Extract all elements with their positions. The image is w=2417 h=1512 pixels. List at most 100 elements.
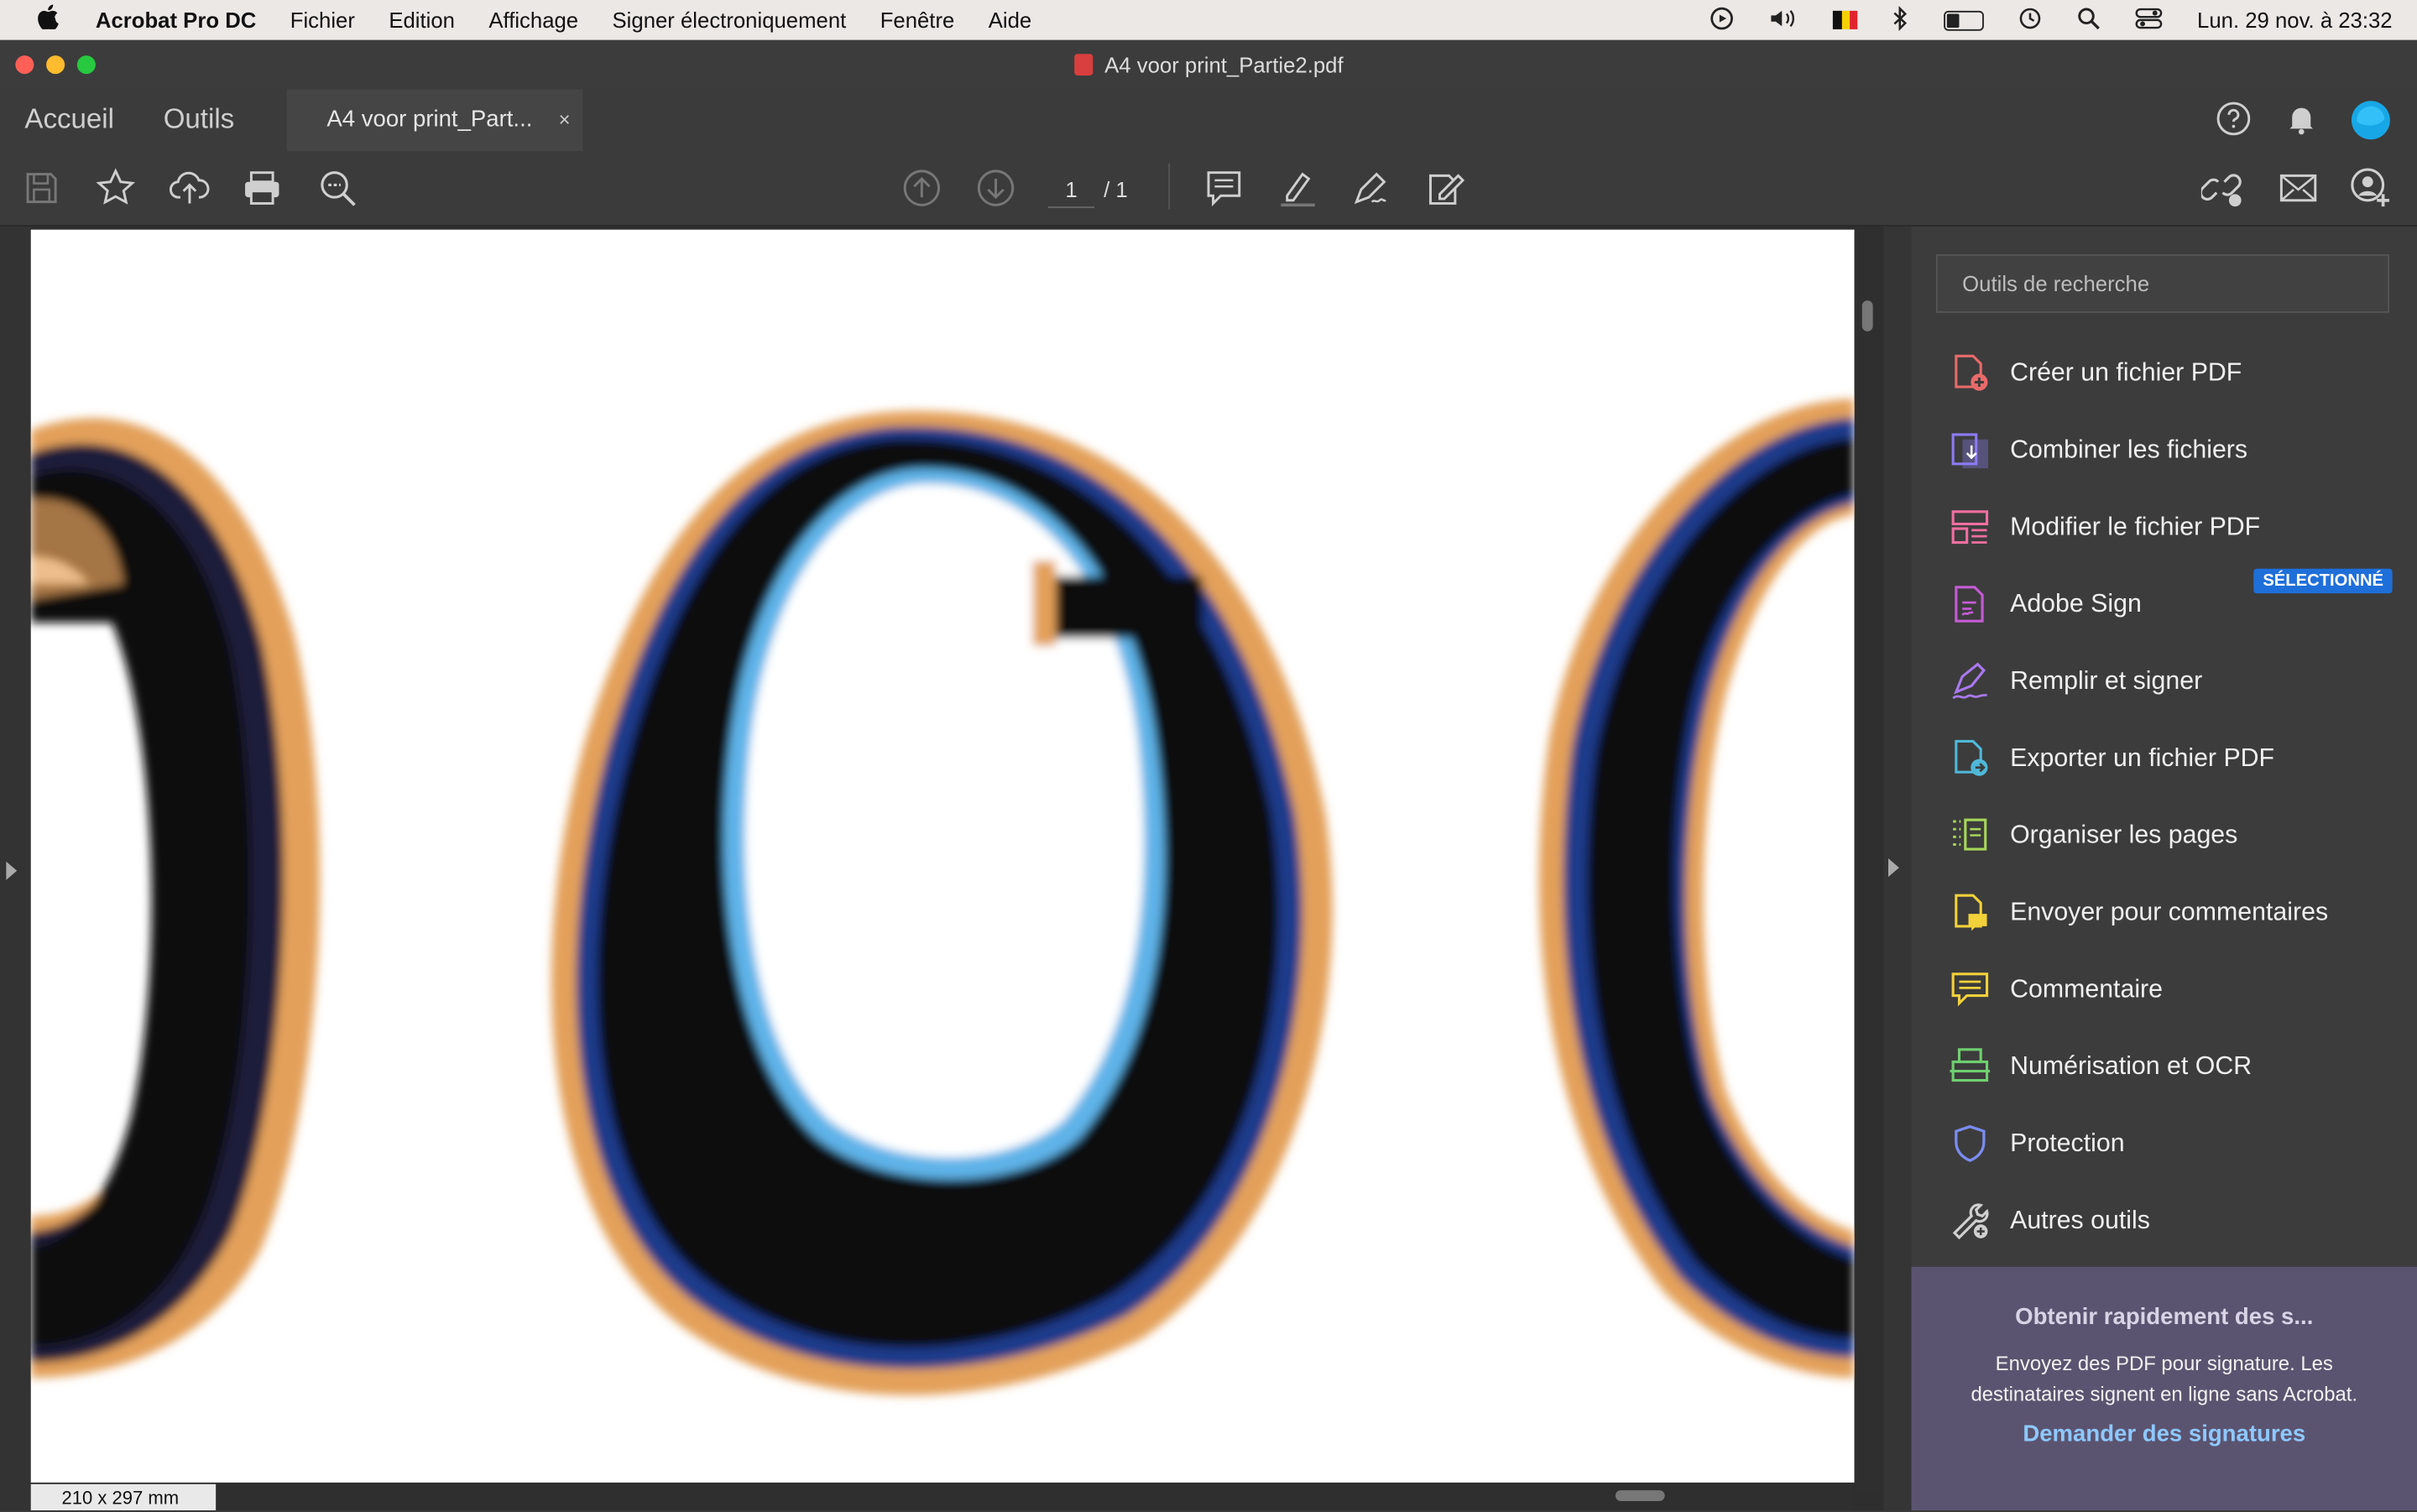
promo-title: Obtenir rapidement des s... bbox=[2015, 1303, 2314, 1331]
print-icon[interactable] bbox=[241, 166, 284, 209]
menu-signer[interactable]: Signer électroniquement bbox=[613, 8, 847, 32]
tool-adobe-sign[interactable]: Adobe Sign bbox=[1949, 573, 2142, 634]
menu-fichier[interactable]: Fichier bbox=[290, 8, 355, 32]
tool-create-pdf[interactable]: Créer un fichier PDF bbox=[1949, 342, 2242, 404]
combine-files-icon bbox=[1949, 429, 1992, 472]
pdf-page[interactable] bbox=[30, 229, 1855, 1483]
create-pdf-icon bbox=[1949, 352, 1992, 394]
menu-bar: Acrobat Pro DC Fichier Edition Affichage… bbox=[0, 0, 2417, 40]
tools-search-input[interactable]: Outils de recherche bbox=[1935, 254, 2389, 313]
scan-ocr-icon bbox=[1949, 1045, 1992, 1087]
horizontal-scroll-thumb[interactable] bbox=[1615, 1490, 1665, 1501]
tool-label: Créer un fichier PDF bbox=[2010, 358, 2242, 387]
tool-label: Modifier le fichier PDF bbox=[2010, 512, 2261, 540]
email-icon[interactable] bbox=[2277, 166, 2320, 209]
notifications-bell-icon[interactable] bbox=[2283, 100, 2320, 137]
tool-label: Remplir et signer bbox=[2010, 666, 2203, 695]
menu-fenetre[interactable]: Fenêtre bbox=[880, 8, 955, 32]
tool-organize-pages[interactable]: Organiser les pages bbox=[1949, 805, 2238, 866]
page-total: / 1 bbox=[1104, 177, 1128, 202]
save-icon[interactable] bbox=[20, 166, 63, 209]
tool-label: Combiner les fichiers bbox=[2010, 435, 2248, 463]
pdf-file-icon bbox=[1073, 54, 1093, 76]
wrench-icon bbox=[1949, 1199, 1992, 1242]
zoomed-page-content bbox=[30, 399, 1855, 1395]
adobe-sign-icon bbox=[1949, 582, 1992, 625]
menu-aide[interactable]: Aide bbox=[989, 8, 1031, 32]
volume-icon[interactable] bbox=[1768, 5, 1799, 34]
tool-comment[interactable]: Commentaire bbox=[1949, 958, 2163, 1019]
help-icon[interactable] bbox=[2215, 100, 2252, 137]
tool-label: Envoyer pour commentaires bbox=[2010, 897, 2329, 925]
next-page-icon[interactable] bbox=[974, 166, 1017, 209]
page-size-label: 210 x 297 mm bbox=[30, 1483, 217, 1510]
user-avatar-icon[interactable] bbox=[2351, 100, 2390, 140]
tool-edit-pdf[interactable]: Modifier le fichier PDF bbox=[1949, 496, 2261, 557]
add-user-icon[interactable] bbox=[2349, 166, 2392, 209]
upload-cloud-icon[interactable] bbox=[168, 166, 211, 209]
request-signatures-link[interactable]: Demander des signatures bbox=[1912, 1421, 2417, 1447]
comment-icon bbox=[1949, 967, 1992, 1010]
tab-home[interactable]: Accueil bbox=[24, 90, 114, 151]
close-tab-icon[interactable]: × bbox=[559, 90, 571, 151]
close-window-button[interactable] bbox=[15, 55, 34, 75]
bookmark-star-icon[interactable] bbox=[94, 166, 137, 209]
menu-app-name[interactable]: Acrobat Pro DC bbox=[96, 8, 256, 32]
edit-pdf-icon bbox=[1949, 505, 1992, 548]
tab-tools[interactable]: Outils bbox=[164, 90, 235, 151]
clock[interactable]: Lun. 29 nov. à 23:32 bbox=[2197, 8, 2393, 32]
sign-pen-icon[interactable] bbox=[1350, 166, 1393, 209]
tool-more-tools[interactable]: Autres outils bbox=[1949, 1190, 2150, 1251]
tool-export-pdf[interactable]: Exporter un fichier PDF bbox=[1949, 727, 2274, 789]
vertical-scrollbar[interactable] bbox=[1854, 227, 1881, 1491]
screen-recording-icon[interactable] bbox=[1710, 5, 1735, 34]
share-link-icon[interactable] bbox=[2200, 166, 2244, 209]
promo-body: Envoyez des PDF pour signature. Les dest… bbox=[1971, 1351, 2358, 1405]
tool-combine-files[interactable]: Combiner les fichiers bbox=[1949, 420, 2247, 481]
tool-label: Commentaire bbox=[2010, 974, 2164, 1003]
collapse-right-arrow-icon[interactable] bbox=[1888, 858, 1899, 878]
fill-sign-icon bbox=[1949, 660, 1992, 702]
minimize-window-button[interactable] bbox=[46, 55, 65, 75]
selected-badge: SÉLECTIONNÉ bbox=[2253, 568, 2394, 594]
zoom-search-icon[interactable] bbox=[316, 166, 359, 209]
tool-label: Protection bbox=[2010, 1129, 2125, 1157]
expand-left-arrow-icon[interactable] bbox=[6, 861, 18, 880]
tab-document[interactable]: A4 voor print_Part... × bbox=[286, 89, 583, 151]
menu-affichage[interactable]: Affichage bbox=[488, 8, 578, 32]
tool-label: Organiser les pages bbox=[2010, 821, 2238, 849]
tool-protection[interactable]: Protection bbox=[1949, 1113, 2125, 1174]
menu-edition[interactable]: Edition bbox=[389, 8, 455, 32]
tools-pane: Outils de recherche Créer un fichier PDF… bbox=[1883, 227, 2417, 1510]
tool-fill-sign[interactable]: Remplir et signer bbox=[1949, 650, 2203, 712]
horizontal-scrollbar[interactable] bbox=[30, 1482, 1855, 1510]
vertical-scroll-thumb[interactable] bbox=[1861, 300, 1873, 331]
control-center-icon[interactable] bbox=[2136, 5, 2164, 34]
fill-sign-icon[interactable] bbox=[1424, 166, 1467, 209]
toolbar: 1 / 1 bbox=[0, 151, 2417, 227]
zoom-window-button[interactable] bbox=[76, 55, 96, 75]
document-viewport: 210 x 297 mm bbox=[0, 227, 1884, 1510]
window-controls bbox=[15, 55, 96, 75]
highlight-pen-icon[interactable] bbox=[1276, 166, 1319, 209]
bluetooth-icon[interactable] bbox=[1892, 5, 1910, 34]
toolbar-divider bbox=[1168, 163, 1171, 210]
right-panel-toggle[interactable] bbox=[1883, 227, 1912, 1510]
window-title: A4 voor print_Partie2.pdf bbox=[1104, 52, 1344, 77]
tool-scan-ocr[interactable]: Numérisation et OCR bbox=[1949, 1035, 2252, 1097]
time-machine-icon[interactable] bbox=[2018, 5, 2043, 34]
previous-page-icon[interactable] bbox=[901, 166, 943, 209]
apple-menu-icon[interactable] bbox=[37, 3, 65, 37]
tool-label: Exporter un fichier PDF bbox=[2010, 743, 2275, 772]
tool-send-for-comments[interactable]: Envoyer pour commentaires bbox=[1949, 882, 2328, 943]
tab-bar: Accueil Outils A4 voor print_Part... × bbox=[0, 89, 2417, 153]
export-pdf-icon bbox=[1949, 737, 1992, 779]
belgium-flag-icon[interactable] bbox=[1833, 10, 1858, 29]
battery-icon[interactable] bbox=[1944, 9, 1985, 30]
window-titlebar: A4 voor print_Partie2.pdf bbox=[0, 39, 2417, 91]
spotlight-search-icon[interactable] bbox=[2077, 5, 2101, 34]
page-number-input[interactable]: 1 bbox=[1047, 173, 1095, 208]
tool-label: Numérisation et OCR bbox=[2010, 1051, 2253, 1080]
left-panel-toggle[interactable] bbox=[0, 227, 31, 1510]
comment-icon[interactable] bbox=[1203, 166, 1245, 209]
